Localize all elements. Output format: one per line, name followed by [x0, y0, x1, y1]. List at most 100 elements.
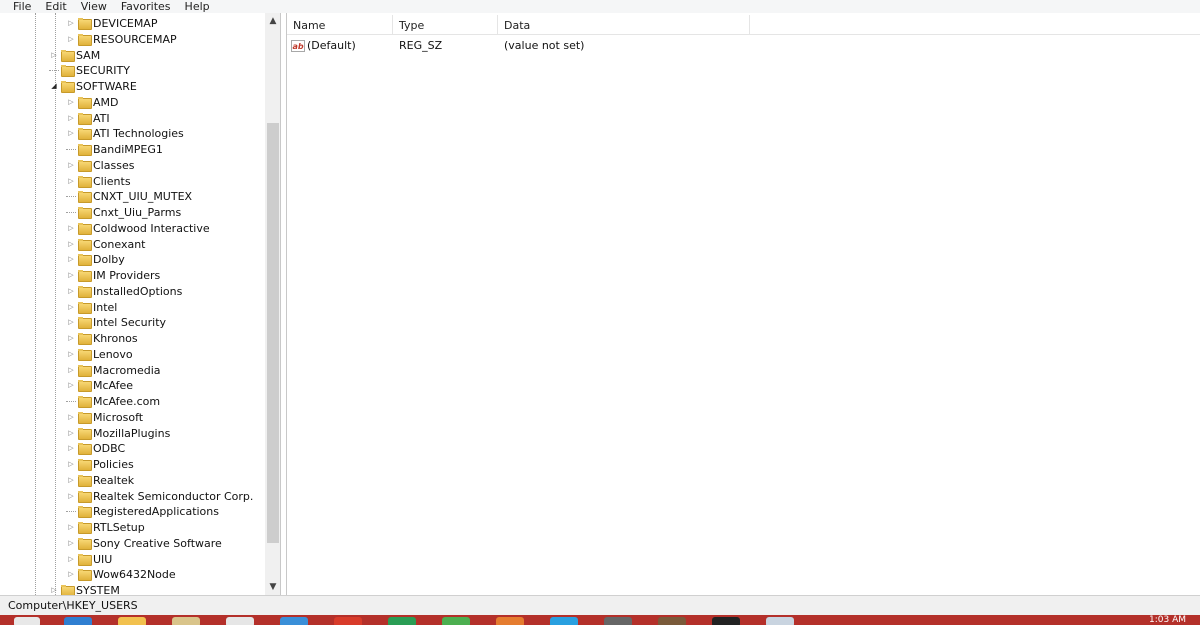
taskbar-app-regedit[interactable] — [766, 617, 794, 625]
expand-arrow-icon[interactable]: ▷ — [66, 18, 76, 28]
tree-item[interactable]: ▷ Coldwood Interactive — [66, 220, 210, 236]
expand-arrow-icon[interactable]: ▷ — [66, 475, 76, 485]
tree-item[interactable]: ▷ ODBC — [66, 440, 125, 456]
scroll-down-arrow-icon[interactable]: ▼ — [265, 579, 280, 595]
expand-arrow-icon[interactable]: ▷ — [66, 302, 76, 312]
tree-item[interactable]: ▷ InstalledOptions — [66, 283, 182, 299]
expand-arrow-icon[interactable]: ▷ — [66, 522, 76, 532]
tree-item[interactable]: ▷ Policies — [66, 456, 134, 472]
tree-item[interactable]: ▷ MozillaPlugins — [66, 425, 170, 441]
tree-item[interactable]: ▷ Sony Creative Software — [66, 535, 222, 551]
tree-item[interactable]: ▷ RESOURCEMAP — [66, 31, 177, 47]
taskbar-app-mail[interactable] — [280, 617, 308, 625]
tree-item[interactable]: ◢ SOFTWARE — [49, 78, 137, 94]
tree-vertical-scrollbar[interactable]: ▲ ▼ — [265, 13, 280, 595]
tree-item[interactable]: ▷ ATI Technologies — [66, 125, 184, 141]
expand-arrow-icon[interactable]: ▷ — [66, 538, 76, 548]
tree-item[interactable]: ▷ Microsoft — [66, 409, 143, 425]
tree-item[interactable]: ▷ McAfee — [66, 377, 133, 393]
expand-arrow-icon[interactable]: ▷ — [66, 428, 76, 438]
expand-arrow-icon[interactable]: ▷ — [66, 128, 76, 138]
tree-item[interactable]: ▷ SAM — [49, 47, 100, 63]
tree-item[interactable]: ▷ Intel — [66, 299, 117, 315]
start-button[interactable] — [14, 617, 40, 625]
expand-arrow-icon[interactable]: ▷ — [49, 585, 59, 595]
tree-item[interactable]: ▷ Clients — [66, 173, 131, 189]
taskbar-app-media[interactable] — [604, 617, 632, 625]
expand-arrow-icon[interactable]: ▷ — [66, 412, 76, 422]
tree-item[interactable]: Cnxt_Uiu_Parms — [66, 204, 181, 220]
expand-arrow-icon[interactable]: ▷ — [66, 239, 76, 249]
tree-item[interactable]: ▷ Macromedia — [66, 362, 161, 378]
tree-item[interactable]: ▷ Lenovo — [66, 346, 133, 362]
collapse-arrow-icon[interactable]: ◢ — [49, 81, 59, 91]
column-header-name[interactable]: Name — [287, 15, 393, 35]
tree-item[interactable]: ▷ Dolby — [66, 251, 125, 267]
expand-arrow-icon[interactable]: ▷ — [66, 380, 76, 390]
expand-arrow-icon[interactable]: ▷ — [66, 160, 76, 170]
taskbar-app-excel[interactable] — [388, 617, 416, 625]
expand-arrow-icon[interactable]: ▷ — [66, 34, 76, 44]
taskbar-app-explorer[interactable] — [64, 617, 92, 625]
expand-arrow-icon[interactable]: ▷ — [66, 333, 76, 343]
taskbar-app-brown[interactable] — [658, 617, 686, 625]
tree-item[interactable]: ▷ Wow6432Node — [66, 566, 176, 582]
scroll-up-arrow-icon[interactable]: ▲ — [265, 13, 280, 29]
expand-arrow-icon[interactable]: ▷ — [66, 443, 76, 453]
scrollbar-thumb[interactable] — [267, 123, 279, 543]
tree-item[interactable]: BandiMPEG1 — [66, 141, 163, 157]
expand-arrow-icon[interactable]: ▷ — [66, 317, 76, 327]
expand-arrow-icon[interactable]: ▷ — [66, 176, 76, 186]
taskbar-app-dark[interactable] — [712, 617, 740, 625]
tree-item[interactable]: ▷ Classes — [66, 157, 134, 173]
expand-arrow-icon[interactable]: ▷ — [66, 254, 76, 264]
expand-arrow-icon[interactable]: ▷ — [66, 286, 76, 296]
expand-arrow-icon[interactable]: ▷ — [66, 365, 76, 375]
tree-item[interactable]: ▷ RTLSetup — [66, 519, 145, 535]
tree-item[interactable]: ▷ Conexant — [66, 236, 146, 252]
menu-file[interactable]: File — [13, 1, 31, 12]
menu-edit[interactable]: Edit — [45, 1, 66, 12]
tree-item[interactable]: ▷ IM Providers — [66, 267, 160, 283]
expand-arrow-icon[interactable]: ▷ — [66, 569, 76, 579]
taskbar-app-store[interactable] — [226, 617, 254, 625]
tree-item[interactable]: ▷ ATI — [66, 110, 110, 126]
taskbar-app-ie[interactable] — [118, 617, 146, 625]
taskbar-app-skype[interactable] — [550, 617, 578, 625]
expand-arrow-icon[interactable]: ▷ — [66, 459, 76, 469]
expand-arrow-icon[interactable]: ▷ — [66, 97, 76, 107]
expand-arrow-icon[interactable]: ▷ — [66, 113, 76, 123]
tree-item[interactable]: ▷ Intel Security — [66, 314, 166, 330]
tree-item[interactable]: SECURITY — [49, 62, 130, 78]
taskbar-app-chrome[interactable] — [334, 617, 362, 625]
menu-help[interactable]: Help — [185, 1, 210, 12]
column-header-type[interactable]: Type — [393, 15, 498, 35]
tree-item[interactable]: ▷ UIU — [66, 551, 112, 567]
expand-arrow-icon[interactable]: ▷ — [66, 554, 76, 564]
tree-item[interactable]: ▷ Realtek Semiconductor Corp. — [66, 488, 253, 504]
tree-item[interactable]: ▷ Realtek — [66, 472, 134, 488]
tree-item[interactable]: RegisteredApplications — [66, 503, 219, 519]
expand-arrow-icon[interactable]: ▷ — [66, 491, 76, 501]
tree-item[interactable]: McAfee.com — [66, 393, 160, 409]
taskbar-app-files[interactable] — [172, 617, 200, 625]
column-header-data[interactable]: Data — [498, 15, 750, 35]
expand-arrow-icon[interactable]: ▷ — [66, 223, 76, 233]
tree-item[interactable]: ▷ Khronos — [66, 330, 138, 346]
tree-item[interactable]: ▷ AMD — [66, 94, 119, 110]
menu-favorites[interactable]: Favorites — [121, 1, 171, 12]
taskbar-app-orange[interactable] — [496, 617, 524, 625]
expand-arrow-icon[interactable]: ▷ — [49, 50, 59, 60]
tree-item[interactable]: ▷ SYSTEM — [49, 582, 120, 595]
list-item[interactable]: ab (Default) REG_SZ (value not set) — [287, 37, 750, 54]
tree-item-label: Conexant — [93, 237, 146, 251]
folder-icon — [78, 113, 92, 125]
taskbar-app-green[interactable] — [442, 617, 470, 625]
tree-item[interactable]: CNXT_UIU_MUTEX — [66, 188, 192, 204]
folder-icon — [78, 270, 92, 282]
expand-arrow-icon[interactable]: ▷ — [66, 349, 76, 359]
menu-view[interactable]: View — [81, 1, 107, 12]
expand-arrow-icon[interactable]: ▷ — [66, 270, 76, 280]
tree-item[interactable]: ▷ DEVICEMAP — [66, 15, 157, 31]
folder-icon — [78, 554, 92, 566]
